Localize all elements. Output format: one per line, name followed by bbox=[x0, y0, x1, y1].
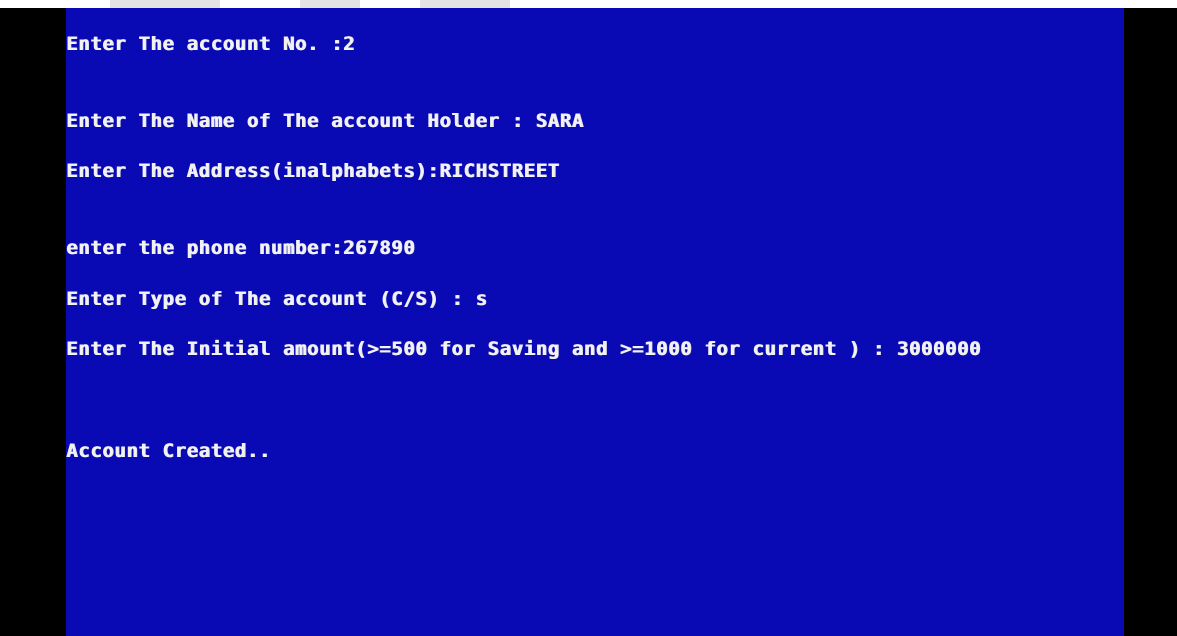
console-window: Enter The account No. :2 Enter The Name … bbox=[0, 0, 1177, 636]
address-prompt: Enter The Address(inalphabets):RICHSTREE… bbox=[66, 160, 560, 182]
account-type-prompt: Enter Type of The account (C/S) : s bbox=[66, 288, 488, 310]
account-number-prompt: Enter The account No. :2 bbox=[66, 33, 355, 55]
top-edge-strip bbox=[0, 0, 1177, 8]
account-created-message: Account Created.. bbox=[66, 440, 271, 462]
initial-amount-prompt: Enter The Initial amount(>=500 for Savin… bbox=[66, 338, 981, 360]
console-screen bbox=[66, 8, 1124, 636]
holder-name-prompt: Enter The Name of The account Holder : S… bbox=[66, 110, 584, 132]
right-border bbox=[1124, 8, 1177, 636]
phone-number-prompt: enter the phone number:267890 bbox=[66, 237, 416, 259]
